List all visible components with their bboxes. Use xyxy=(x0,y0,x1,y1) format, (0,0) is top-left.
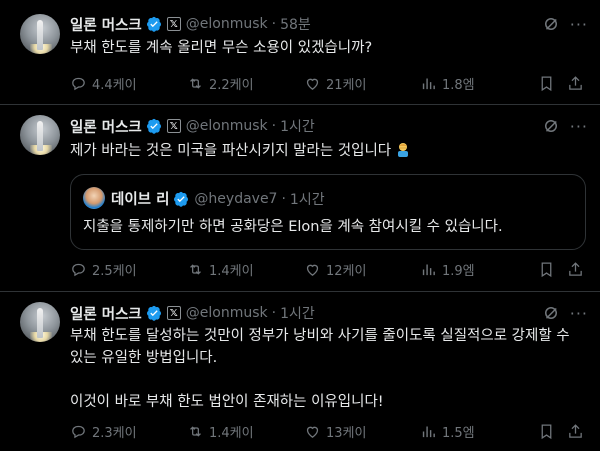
separator-dot: · xyxy=(281,190,286,207)
tweet-actions: 4.4케이 2.2케이 21케이 1.8엠 xyxy=(70,73,590,93)
tweet-text: 제가 바라는 것은 미국을 파산시키지 말라는 것입니다 xyxy=(70,140,580,162)
separator-dot: · xyxy=(271,16,277,32)
reply-icon xyxy=(72,263,85,276)
author-name[interactable]: 일론 머스크 xyxy=(70,116,142,137)
more-icon[interactable]: ··· xyxy=(570,17,588,33)
repost-icon xyxy=(190,77,201,89)
author-handle[interactable]: @elonmusk xyxy=(186,305,268,321)
quoted-tweet[interactable]: 데이브 리 @heydave7 · 1시간 지출을 통제하기만 하면 공화당은 … xyxy=(70,174,586,250)
views-count: 1.5엠 xyxy=(442,425,475,441)
reply-count: 4.4케이 xyxy=(92,77,137,93)
views-button[interactable]: 1.5엠 xyxy=(420,422,475,441)
repost-count: 1.4케이 xyxy=(209,263,254,279)
author-avatar[interactable] xyxy=(20,115,60,155)
separator-dot: · xyxy=(271,305,277,321)
views-count: 1.9엠 xyxy=(442,263,475,279)
x-affiliate-icon[interactable]: 𝕏 xyxy=(166,119,181,133)
like-button[interactable]: 21케이 xyxy=(304,74,366,93)
tweet-timestamp[interactable]: 58분 xyxy=(280,14,311,34)
repost-count: 2.2케이 xyxy=(209,77,254,93)
bookmark-button[interactable] xyxy=(538,261,555,278)
author-avatar[interactable] xyxy=(20,14,60,54)
author-handle[interactable]: @elonmusk xyxy=(186,118,268,134)
author-avatar[interactable] xyxy=(20,302,60,342)
reply-button[interactable]: 2.5케이 xyxy=(70,260,137,279)
reply-count: 2.3케이 xyxy=(92,425,137,441)
views-button[interactable]: 1.8엠 xyxy=(420,74,475,93)
bookmark-icon xyxy=(541,75,552,91)
views-icon xyxy=(422,426,435,437)
like-count: 21케이 xyxy=(326,77,367,93)
repost-icon xyxy=(190,425,201,437)
tweet-header: 일론 머스크 𝕏 @elonmusk · 1시간 xyxy=(70,116,315,136)
quoted-author-handle[interactable]: @heydave7 xyxy=(194,191,277,207)
like-count: 12케이 xyxy=(326,263,367,279)
reply-count: 2.5케이 xyxy=(92,263,137,279)
reply-button[interactable]: 2.3케이 xyxy=(70,422,137,441)
share-button[interactable] xyxy=(567,261,584,278)
tweet-text-content: 제가 바라는 것은 미국을 파산시키지 말라는 것입니다 xyxy=(70,143,392,159)
verified-badge-icon xyxy=(146,305,161,321)
repost-button[interactable]: 2.2케이 xyxy=(187,74,254,93)
like-button[interactable]: 12케이 xyxy=(304,260,366,279)
tweet[interactable]: 일론 머스크 𝕏 @elonmusk · 1시간 ··· 부채 한도를 달성하는… xyxy=(0,292,600,451)
like-icon xyxy=(306,426,319,438)
tweet-header: 일론 머스크 𝕏 @elonmusk · 58분 xyxy=(70,14,311,34)
verified-badge-icon xyxy=(174,191,189,207)
like-icon xyxy=(306,78,319,90)
views-button[interactable]: 1.9엠 xyxy=(420,260,475,279)
like-icon xyxy=(306,264,319,276)
tweet-text: 부채 한도를 달성하는 것만이 정부가 낭비와 사기를 줄이도록 실질적으로 강… xyxy=(70,328,570,410)
author-name[interactable]: 일론 머스크 xyxy=(70,303,142,324)
tweet[interactable]: 일론 머스크 𝕏 @elonmusk · 58분 ··· 부채 한도를 계속 올… xyxy=(0,0,600,105)
like-button[interactable]: 13케이 xyxy=(304,422,366,441)
separator-dot: · xyxy=(271,118,277,134)
views-icon xyxy=(422,264,435,275)
x-affiliate-icon[interactable]: 𝕏 xyxy=(166,306,181,320)
verified-badge-icon xyxy=(146,118,161,134)
person-facepalming-emoji xyxy=(398,143,409,157)
repost-button[interactable]: 1.4케이 xyxy=(187,260,254,279)
reply-icon xyxy=(72,77,85,90)
bookmark-button[interactable] xyxy=(538,75,555,92)
bookmark-icon xyxy=(541,423,552,439)
repost-icon xyxy=(190,263,201,275)
tweet-timestamp[interactable]: 1시간 xyxy=(280,116,315,136)
quoted-tweet-timestamp[interactable]: 1시간 xyxy=(290,189,325,209)
reply-icon xyxy=(72,425,85,438)
tweet-header: 일론 머스크 𝕏 @elonmusk · 1시간 xyxy=(70,303,315,323)
bookmark-button[interactable] xyxy=(538,423,555,440)
grok-icon[interactable] xyxy=(542,304,560,322)
author-name[interactable]: 일론 머스크 xyxy=(70,14,142,35)
views-icon xyxy=(422,78,435,89)
quoted-author-name[interactable]: 데이브 리 xyxy=(111,188,169,209)
tweet-timestamp[interactable]: 1시간 xyxy=(280,303,315,323)
share-icon xyxy=(569,261,582,276)
share-button[interactable] xyxy=(567,423,584,440)
quoted-tweet-header: 데이브 리 @heydave7 · 1시간 xyxy=(111,188,325,209)
repost-count: 1.4케이 xyxy=(209,425,254,441)
like-count: 13케이 xyxy=(326,425,367,441)
author-handle[interactable]: @elonmusk xyxy=(186,16,268,32)
tweet-actions: 2.5케이 1.4케이 12케이 1.9엠 xyxy=(70,259,590,279)
grok-icon[interactable] xyxy=(542,117,560,135)
tweet-actions: 2.3케이 1.4케이 13케이 1.5엠 xyxy=(70,421,590,441)
more-icon[interactable]: ··· xyxy=(570,306,588,322)
quoted-author-avatar[interactable] xyxy=(83,187,105,209)
reply-button[interactable]: 4.4케이 xyxy=(70,74,137,93)
bookmark-icon xyxy=(541,261,552,277)
quoted-tweet-text: 지출을 통제하기만 하면 공화당은 Elon을 계속 참여시킬 수 있습니다. xyxy=(83,219,503,235)
views-count: 1.8엠 xyxy=(442,77,475,93)
tweet[interactable]: 일론 머스크 𝕏 @elonmusk · 1시간 ··· 제가 바라는 것은 미… xyxy=(0,105,600,292)
grok-icon[interactable] xyxy=(542,15,560,33)
share-icon xyxy=(569,75,582,90)
x-affiliate-icon[interactable]: 𝕏 xyxy=(166,17,181,31)
more-icon[interactable]: ··· xyxy=(570,119,588,135)
share-button[interactable] xyxy=(567,75,584,92)
repost-button[interactable]: 1.4케이 xyxy=(187,422,254,441)
verified-badge-icon xyxy=(146,16,161,32)
tweet-text: 부채 한도를 계속 올리면 무슨 소용이 있겠습니까? xyxy=(70,40,373,56)
share-icon xyxy=(569,423,582,438)
